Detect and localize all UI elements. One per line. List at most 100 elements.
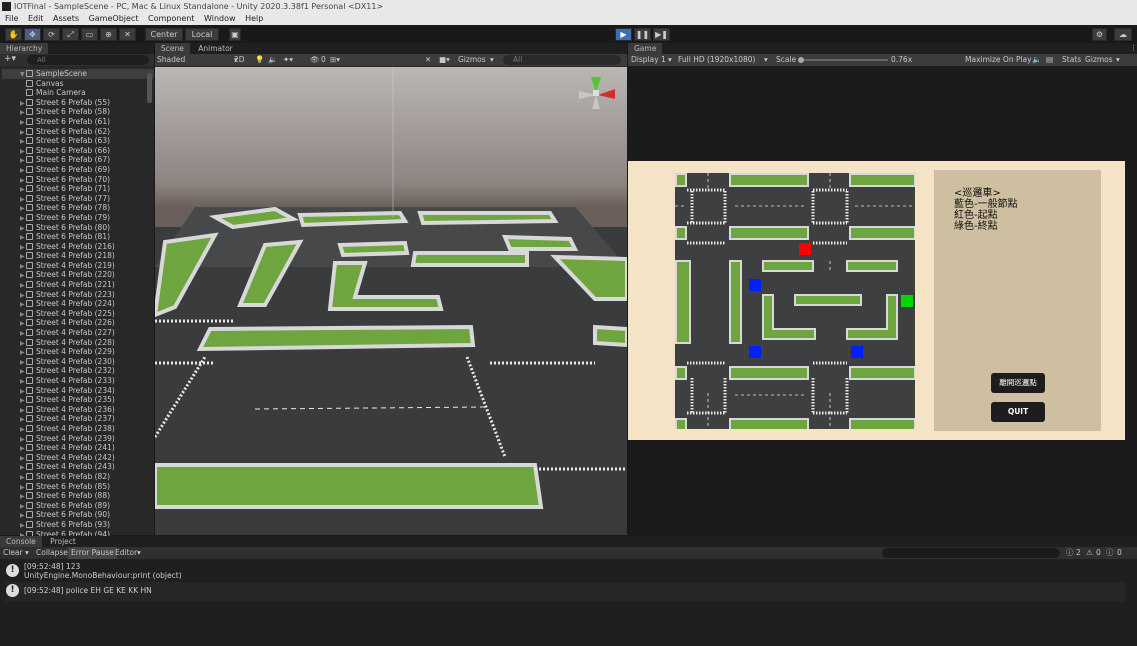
hierarchy-item[interactable]: ▶ Street 4 Prefab (233): [20, 376, 154, 386]
settings-icon[interactable]: ⚙: [1092, 28, 1107, 41]
gizmos-dropdown[interactable]: Gizmos: [458, 54, 486, 66]
quit-button[interactable]: QUIT: [991, 402, 1045, 422]
scene-viewport[interactable]: [155, 67, 627, 535]
cloud-icon[interactable]: ☁: [1114, 28, 1132, 41]
play-button[interactable]: ▶: [615, 28, 632, 41]
hierarchy-item[interactable]: ▶ Street 6 Prefab (66): [20, 146, 154, 156]
warning-icon[interactable]: ⚠: [1086, 547, 1093, 559]
tab-game[interactable]: Game: [628, 43, 663, 54]
camera-icon[interactable]: ■▾: [439, 54, 450, 66]
menu-assets[interactable]: Assets: [53, 14, 79, 23]
shading-dropdown[interactable]: Shaded: [157, 54, 185, 66]
hierarchy-item[interactable]: ▶ Street 4 Prefab (216): [20, 242, 154, 252]
clear-button[interactable]: Clear: [3, 547, 23, 559]
hierarchy-item[interactable]: ▶ Street 4 Prefab (229): [20, 347, 154, 357]
hierarchy-search-input[interactable]: All: [27, 55, 149, 65]
hierarchy-item[interactable]: ▶ Street 6 Prefab (89): [20, 501, 154, 511]
hierarchy-item[interactable]: ▶ Street 6 Prefab (90): [20, 510, 154, 520]
tab-scene[interactable]: Scene: [155, 43, 190, 54]
hierarchy-item[interactable]: ▶ Street 4 Prefab (232): [20, 366, 154, 376]
hierarchy-scrollbar[interactable]: [147, 73, 152, 103]
display-dropdown[interactable]: Display 1: [631, 54, 666, 66]
hierarchy-item[interactable]: ▶ Street 6 Prefab (85): [20, 482, 154, 492]
hierarchy-item[interactable]: ▶ Street 6 Prefab (79): [20, 213, 154, 223]
transform-tool-icon[interactable]: ⊕: [100, 28, 117, 41]
hierarchy-item[interactable]: ▶ Street 6 Prefab (55): [20, 98, 154, 108]
step-button[interactable]: ▶❚: [653, 28, 670, 41]
mode-2d-toggle[interactable]: 2D: [234, 54, 245, 66]
orientation-gizmo[interactable]: [575, 71, 621, 115]
hierarchy-item[interactable]: ▶ Street 6 Prefab (93): [20, 520, 154, 530]
console-log-entry[interactable]: ! [09:52:48] police EH GE KE KK HN: [6, 582, 1126, 602]
tab-console[interactable]: Console: [0, 536, 42, 547]
hierarchy-item[interactable]: ▶ Street 6 Prefab (61): [20, 117, 154, 127]
menu-window[interactable]: Window: [204, 14, 236, 23]
hierarchy-item[interactable]: ▶ Street 4 Prefab (226): [20, 318, 154, 328]
console-log-entry[interactable]: ! [09:52:48] 123 UnityEngine.MonoBehavio…: [6, 562, 1126, 582]
hierarchy-item[interactable]: ▶ Street 4 Prefab (227): [20, 328, 154, 338]
hierarchy-item[interactable]: ▶ Street 4 Prefab (234): [20, 386, 154, 396]
game-panel-menu-icon[interactable]: ⋮: [1130, 44, 1137, 52]
hierarchy-item[interactable]: ▶ Street 6 Prefab (88): [20, 491, 154, 501]
collapse-toggle[interactable]: Collapse: [36, 547, 68, 559]
scale-slider-handle[interactable]: [798, 57, 804, 63]
grid-icon[interactable]: ⊞▾: [330, 54, 340, 66]
hierarchy-item[interactable]: ▶ Street 6 Prefab (80): [20, 223, 154, 233]
hierarchy-item[interactable]: ▶ Street 4 Prefab (223): [20, 290, 154, 300]
pivot-local-button[interactable]: Local: [185, 28, 219, 41]
maximize-on-play-toggle[interactable]: Maximize On Play: [965, 54, 1032, 66]
custom-tool-icon[interactable]: ✕: [119, 28, 136, 41]
hierarchy-item[interactable]: ▶ Street 6 Prefab (70): [20, 175, 154, 185]
hierarchy-item[interactable]: ▶ Street 4 Prefab (238): [20, 424, 154, 434]
hierarchy-item[interactable]: Canvas: [20, 79, 154, 89]
hierarchy-item[interactable]: ▶ Street 4 Prefab (243): [20, 462, 154, 472]
rect-tool-icon[interactable]: ▭: [81, 28, 98, 41]
grid-snap-icon[interactable]: ▣: [229, 28, 241, 41]
scene-search-input[interactable]: All: [503, 55, 621, 65]
editor-dropdown[interactable]: Editor: [115, 547, 137, 559]
hierarchy-item[interactable]: ▶ Street 6 Prefab (77): [20, 194, 154, 204]
hierarchy-item[interactable]: ▶ Street 6 Prefab (69): [20, 165, 154, 175]
stats-toggle[interactable]: Stats: [1062, 54, 1081, 66]
tools-icon[interactable]: ✕: [425, 54, 431, 66]
move-tool-icon[interactable]: ✥: [24, 28, 41, 41]
info-icon[interactable]: ⓘ: [1066, 547, 1074, 559]
tab-animator[interactable]: Animator: [192, 43, 238, 54]
hand-tool-icon[interactable]: ✋: [5, 28, 22, 41]
hierarchy-item[interactable]: ▶ Street 4 Prefab (236): [20, 405, 154, 415]
hierarchy-item[interactable]: ▶ Street 4 Prefab (220): [20, 270, 154, 280]
hierarchy-item[interactable]: ▶ Street 4 Prefab (228): [20, 338, 154, 348]
hierarchy-item[interactable]: ▶ Street 6 Prefab (78): [20, 203, 154, 213]
menu-file[interactable]: File: [5, 14, 18, 23]
hierarchy-item[interactable]: Main Camera: [20, 88, 154, 98]
menu-component[interactable]: Component: [148, 14, 194, 23]
hierarchy-item[interactable]: ▶ Street 4 Prefab (224): [20, 299, 154, 309]
hierarchy-item[interactable]: ▶ Street 4 Prefab (218): [20, 251, 154, 261]
scale-tool-icon[interactable]: ⤢: [62, 28, 79, 41]
audio-icon[interactable]: 🔈: [268, 54, 277, 66]
hierarchy-item[interactable]: ▶ Street 4 Prefab (242): [20, 453, 154, 463]
lighting-icon[interactable]: 💡: [255, 54, 264, 66]
pivot-center-button[interactable]: Center: [145, 28, 183, 41]
hierarchy-item[interactable]: ▶ Street 4 Prefab (239): [20, 434, 154, 444]
menu-edit[interactable]: Edit: [28, 14, 44, 23]
error-pause-toggle[interactable]: Error Pause: [68, 547, 117, 559]
exit-patrol-button[interactable]: 離開巡邏點: [991, 373, 1045, 393]
hierarchy-item[interactable]: ▶ Street 4 Prefab (219): [20, 261, 154, 271]
menu-gameobject[interactable]: GameObject: [89, 14, 139, 23]
resolution-dropdown[interactable]: Full HD (1920x1080): [678, 54, 755, 66]
hierarchy-item[interactable]: ▶ Street 4 Prefab (225): [20, 309, 154, 319]
menu-help[interactable]: Help: [245, 14, 263, 23]
console-search-input[interactable]: [882, 548, 1060, 558]
tab-project[interactable]: Project: [44, 536, 82, 547]
hierarchy-item[interactable]: ▶ Street 4 Prefab (230): [20, 357, 154, 367]
pause-button[interactable]: ❚❚: [634, 28, 651, 41]
hierarchy-item[interactable]: ▶ Street 4 Prefab (241): [20, 443, 154, 453]
game-gizmos-dropdown[interactable]: Gizmos: [1085, 54, 1113, 66]
add-icon[interactable]: +▾: [4, 54, 16, 64]
hierarchy-item[interactable]: ▶ Street 6 Prefab (62): [20, 127, 154, 137]
rotate-tool-icon[interactable]: ⟳: [43, 28, 60, 41]
hierarchy-item[interactable]: ▶ Street 6 Prefab (67): [20, 155, 154, 165]
hierarchy-item[interactable]: ▶ Street 6 Prefab (82): [20, 472, 154, 482]
tab-hierarchy[interactable]: Hierarchy: [0, 43, 49, 54]
